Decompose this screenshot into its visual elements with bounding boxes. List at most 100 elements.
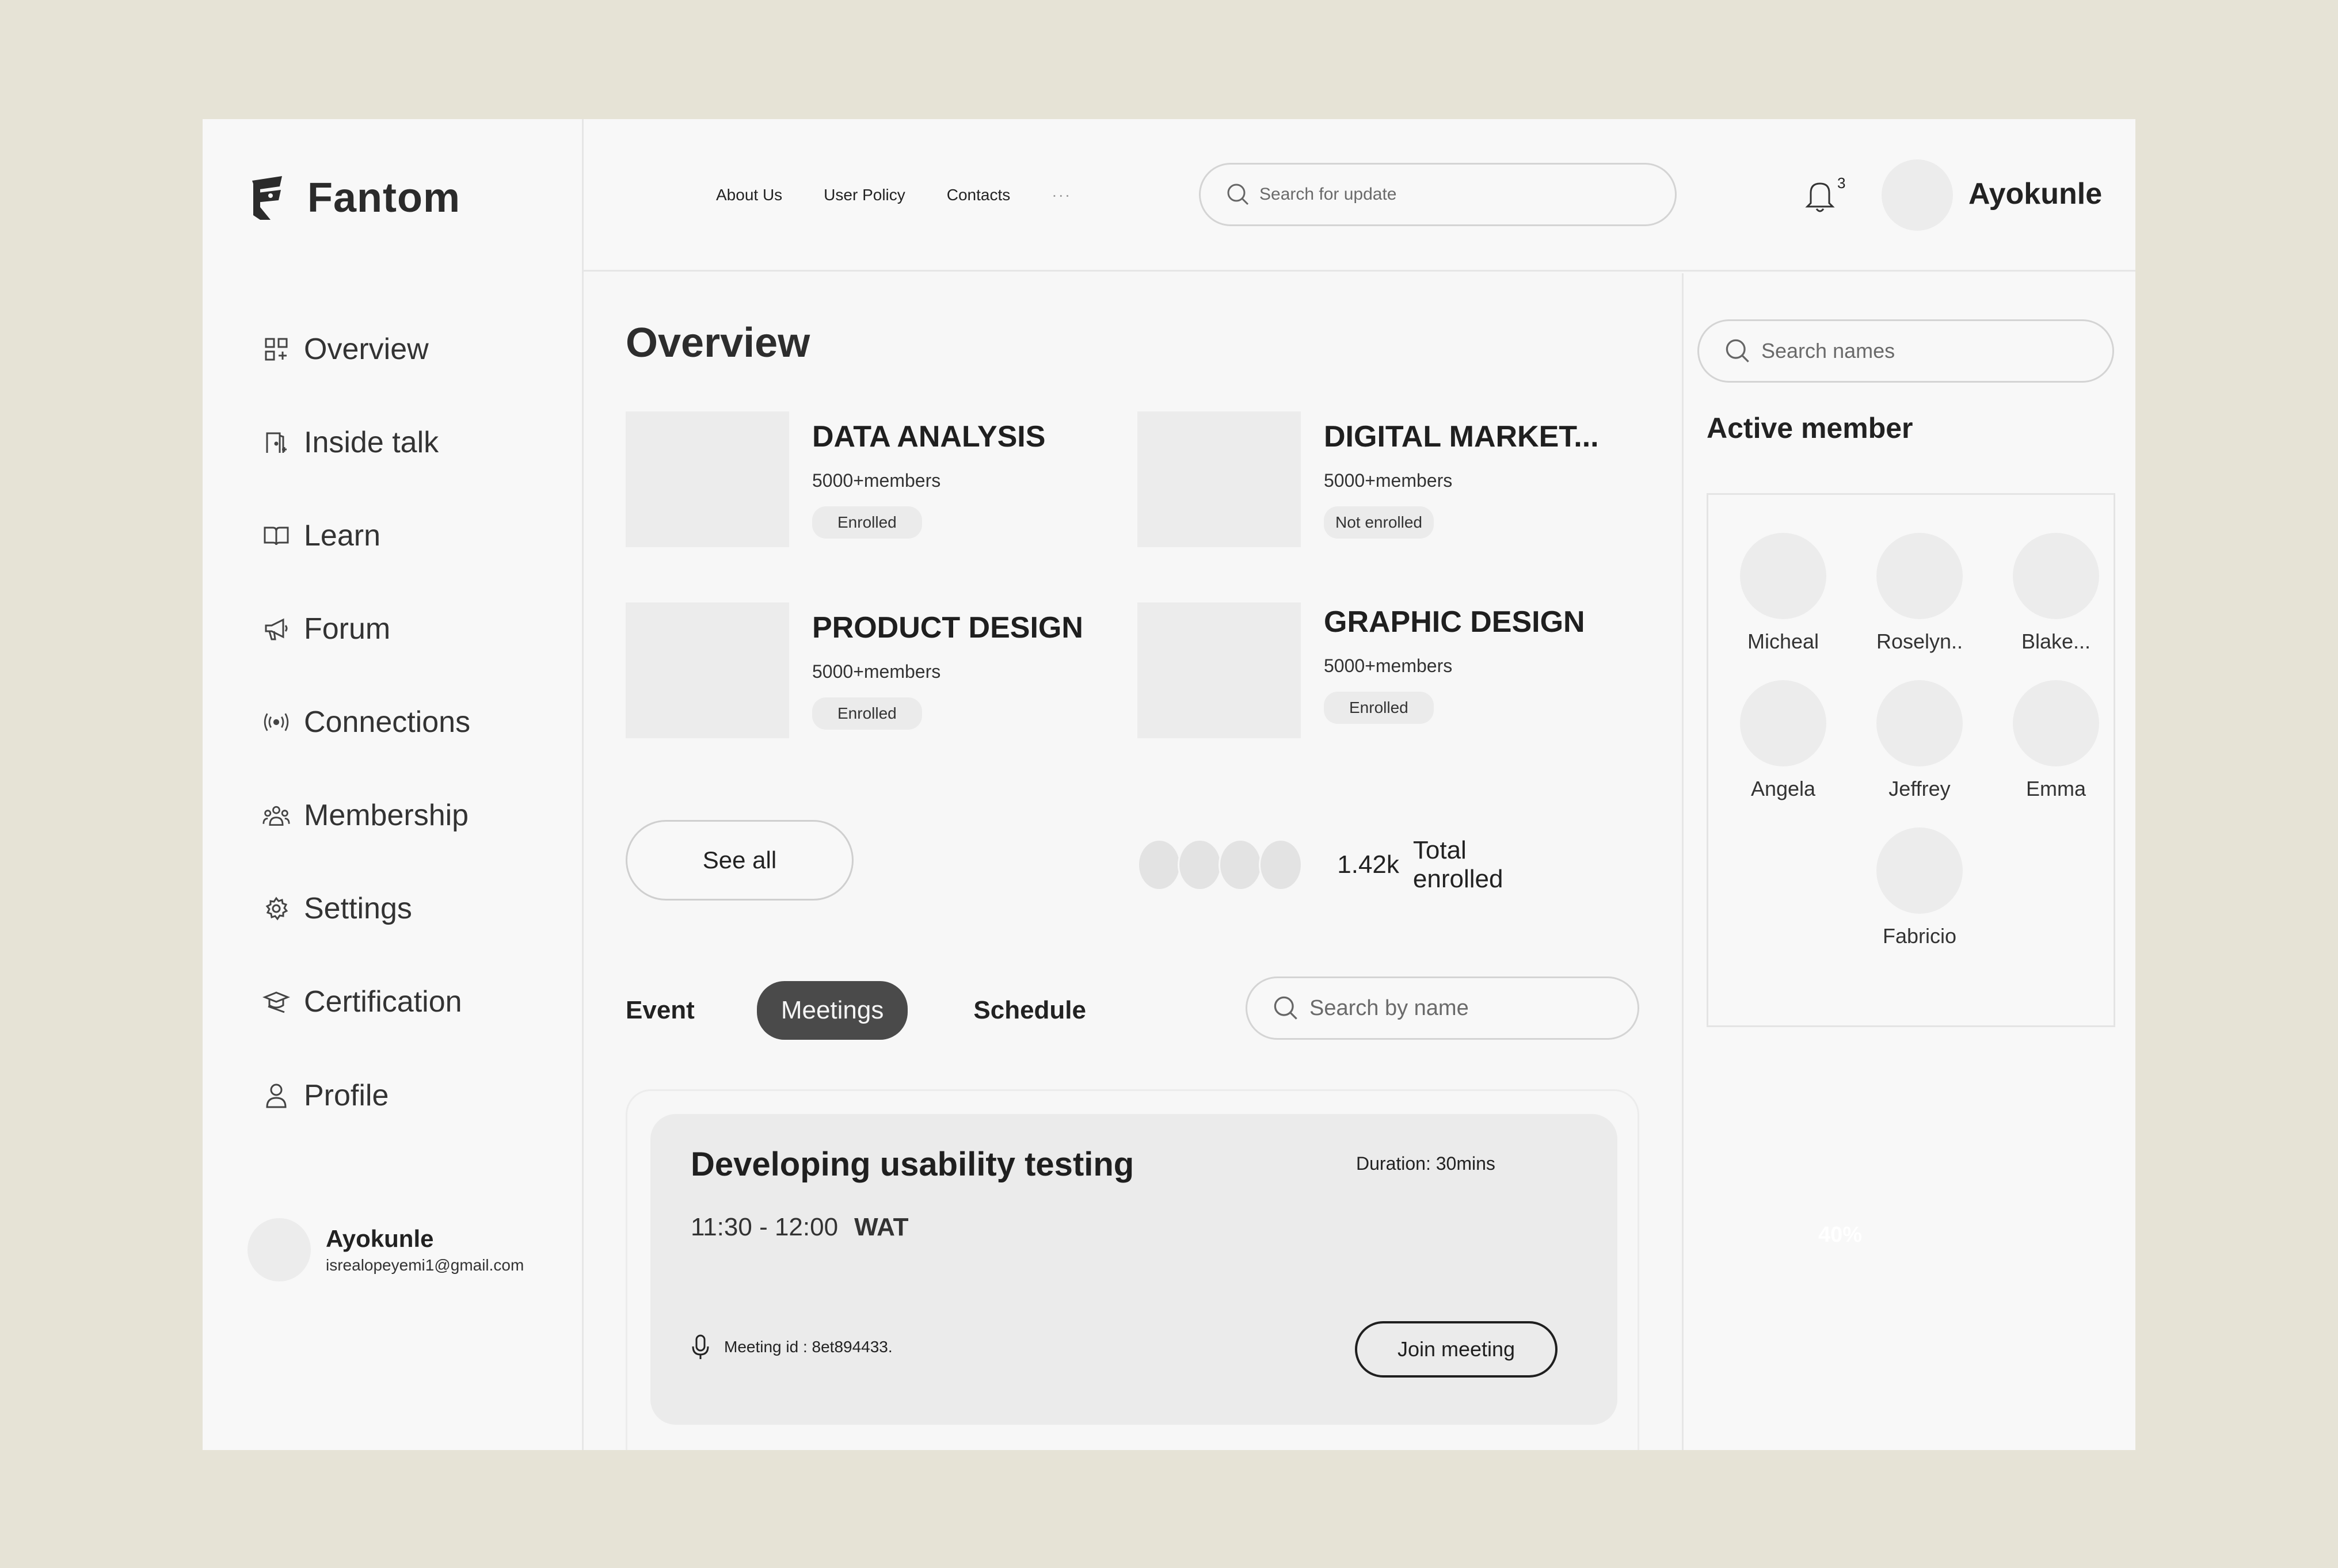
avatar bbox=[1740, 680, 1826, 766]
brand-name: Fantom bbox=[307, 175, 460, 221]
member-name: Jeffrey bbox=[1888, 777, 1951, 800]
course-members: 5000+members bbox=[812, 470, 941, 491]
avatar bbox=[1137, 839, 1182, 891]
sidebar-item-certification[interactable]: Certification bbox=[262, 985, 462, 1019]
sidebar-item-label: Profile bbox=[304, 1079, 389, 1112]
nav-link-user-policy[interactable]: User Policy bbox=[824, 186, 905, 204]
course-thumbnail bbox=[1137, 602, 1301, 738]
sidebar-item-forum[interactable]: Forum bbox=[262, 612, 390, 646]
sidebar-item-connections[interactable]: Connections bbox=[262, 705, 470, 739]
more-icon[interactable]: ··· bbox=[1052, 186, 1071, 204]
meeting-list: Developing usability testing Duration: 3… bbox=[626, 1089, 1639, 1450]
course-card[interactable]: PRODUCT DESIGN 5000+members Enrolled bbox=[626, 602, 1083, 738]
course-members: 5000+members bbox=[812, 661, 941, 682]
course-members: 5000+members bbox=[1324, 655, 1453, 676]
search-input[interactable]: Search for update bbox=[1199, 163, 1677, 226]
sidebar-item-label: Forum bbox=[304, 612, 391, 646]
avatar bbox=[247, 1218, 311, 1281]
member-item[interactable]: Roselyn.. bbox=[1862, 533, 1977, 654]
page-title: Overview bbox=[626, 320, 810, 366]
course-card[interactable]: GRAPHIC DESIGN 5000+members Enrolled bbox=[1137, 602, 1585, 738]
course-thumbnail bbox=[626, 602, 789, 738]
search-icon bbox=[1227, 184, 1249, 205]
status-badge: Enrolled bbox=[812, 697, 922, 730]
sidebar-item-label: Learn bbox=[304, 519, 380, 552]
bell-icon[interactable] bbox=[1803, 176, 1837, 216]
meeting-duration: Duration: 30mins bbox=[1356, 1153, 1495, 1174]
members-grid: Micheal Roselyn.. Blake... Angela Jeffre… bbox=[1707, 493, 2115, 1027]
member-name: Emma bbox=[2025, 777, 2086, 800]
search-names-input[interactable]: Search names bbox=[1697, 319, 2114, 383]
sidebar-item-label: Connections bbox=[304, 705, 471, 739]
app-window: Fantom Overview Inside talk Learn Forum … bbox=[203, 119, 2135, 1450]
tab-meetings[interactable]: Meetings bbox=[756, 981, 908, 1040]
megaphone-icon bbox=[262, 615, 290, 643]
sidebar: Fantom Overview Inside talk Learn Forum … bbox=[203, 119, 584, 1450]
nav-link-contacts[interactable]: Contacts bbox=[947, 186, 1011, 204]
grid-icon bbox=[262, 335, 290, 363]
course-title: GRAPHIC DESIGN bbox=[1324, 605, 1585, 639]
member-item[interactable]: Emma bbox=[1998, 680, 2114, 801]
broadcast-icon bbox=[262, 708, 290, 736]
member-item[interactable]: Micheal bbox=[1726, 533, 1841, 654]
tab-schedule[interactable]: Schedule bbox=[973, 996, 1086, 1025]
search-by-name-input[interactable]: Search by name bbox=[1246, 976, 1639, 1040]
join-meeting-button[interactable]: Join meeting bbox=[1355, 1321, 1558, 1378]
course-card[interactable]: DIGITAL MARKET... 5000+members Not enrol… bbox=[1137, 411, 1599, 547]
status-badge: Not enrolled bbox=[1324, 506, 1434, 539]
member-name: Fabricio bbox=[1882, 924, 1957, 948]
search-placeholder: Search by name bbox=[1309, 995, 1469, 1020]
enrolled-count: 1.42k bbox=[1337, 850, 1399, 879]
sidebar-item-label: Settings bbox=[304, 892, 412, 925]
sidebar-item-overview[interactable]: Overview bbox=[262, 332, 429, 367]
notification-badge: 3 bbox=[1837, 174, 1846, 192]
avatar bbox=[1740, 533, 1826, 619]
fantom-logo-icon bbox=[252, 176, 282, 220]
tab-bar: Event Meetings Schedule bbox=[626, 981, 1086, 1040]
course-members: 5000+members bbox=[1324, 470, 1453, 491]
sidebar-item-settings[interactable]: Settings bbox=[262, 891, 412, 926]
avatar bbox=[1876, 533, 1963, 619]
status-badge: Enrolled bbox=[1324, 692, 1434, 724]
brand-logo[interactable]: Fantom bbox=[247, 174, 460, 222]
member-name: Angela bbox=[1750, 777, 1816, 800]
active-member-title: Active member bbox=[1707, 412, 1913, 444]
member-name: Micheal bbox=[1747, 630, 1819, 653]
sidebar-item-label: Overview bbox=[304, 333, 429, 366]
user-email: isrealopeyemi1@gmail.com bbox=[326, 1256, 524, 1274]
gear-icon bbox=[262, 895, 290, 922]
meeting-id-text: Meeting id : 8et894433. bbox=[724, 1338, 893, 1356]
avatar bbox=[2013, 533, 2099, 619]
avatar bbox=[1876, 827, 1963, 914]
sidebar-item-learn[interactable]: Learn bbox=[262, 518, 380, 553]
course-card[interactable]: DATA ANALYSIS 5000+members Enrolled bbox=[626, 411, 1045, 547]
meeting-title: Developing usability testing bbox=[691, 1146, 1134, 1183]
sidebar-user-card[interactable]: Ayokunle isrealopeyemi1@gmail.com bbox=[247, 1218, 524, 1281]
member-item[interactable]: Angela bbox=[1726, 680, 1841, 801]
member-item[interactable]: Fabricio bbox=[1862, 827, 1977, 948]
active-members-panel: Search names Active member Micheal Rosel… bbox=[1682, 273, 2135, 1450]
search-placeholder: Search for update bbox=[1259, 185, 1397, 204]
sidebar-item-profile[interactable]: Profile bbox=[262, 1078, 389, 1113]
avatar bbox=[1876, 680, 1963, 766]
see-all-button[interactable]: See all bbox=[626, 820, 854, 901]
sidebar-item-label: Certification bbox=[304, 985, 462, 1018]
course-title: PRODUCT DESIGN bbox=[812, 611, 1083, 644]
top-nav: About Us User Policy Contacts ··· bbox=[716, 186, 1071, 204]
member-item[interactable]: Jeffrey bbox=[1862, 680, 1977, 801]
avatar bbox=[2013, 680, 2099, 766]
sidebar-item-membership[interactable]: Membership bbox=[262, 798, 469, 833]
microphone-icon bbox=[692, 1334, 709, 1359]
group-icon bbox=[262, 802, 290, 829]
sidebar-item-label: Membership bbox=[304, 799, 469, 832]
search-icon bbox=[1726, 339, 1749, 363]
sidebar-item-label: Inside talk bbox=[304, 426, 439, 459]
member-name: Blake... bbox=[2021, 630, 2091, 653]
nav-link-about[interactable]: About Us bbox=[716, 186, 782, 204]
tab-event[interactable]: Event bbox=[626, 996, 695, 1025]
meeting-card: Developing usability testing Duration: 3… bbox=[650, 1114, 1617, 1425]
avatar[interactable] bbox=[1882, 159, 1953, 231]
member-item[interactable]: Blake... bbox=[1998, 533, 2114, 654]
header-username[interactable]: Ayokunle bbox=[1968, 177, 2102, 211]
sidebar-item-inside-talk[interactable]: Inside talk bbox=[262, 425, 439, 460]
